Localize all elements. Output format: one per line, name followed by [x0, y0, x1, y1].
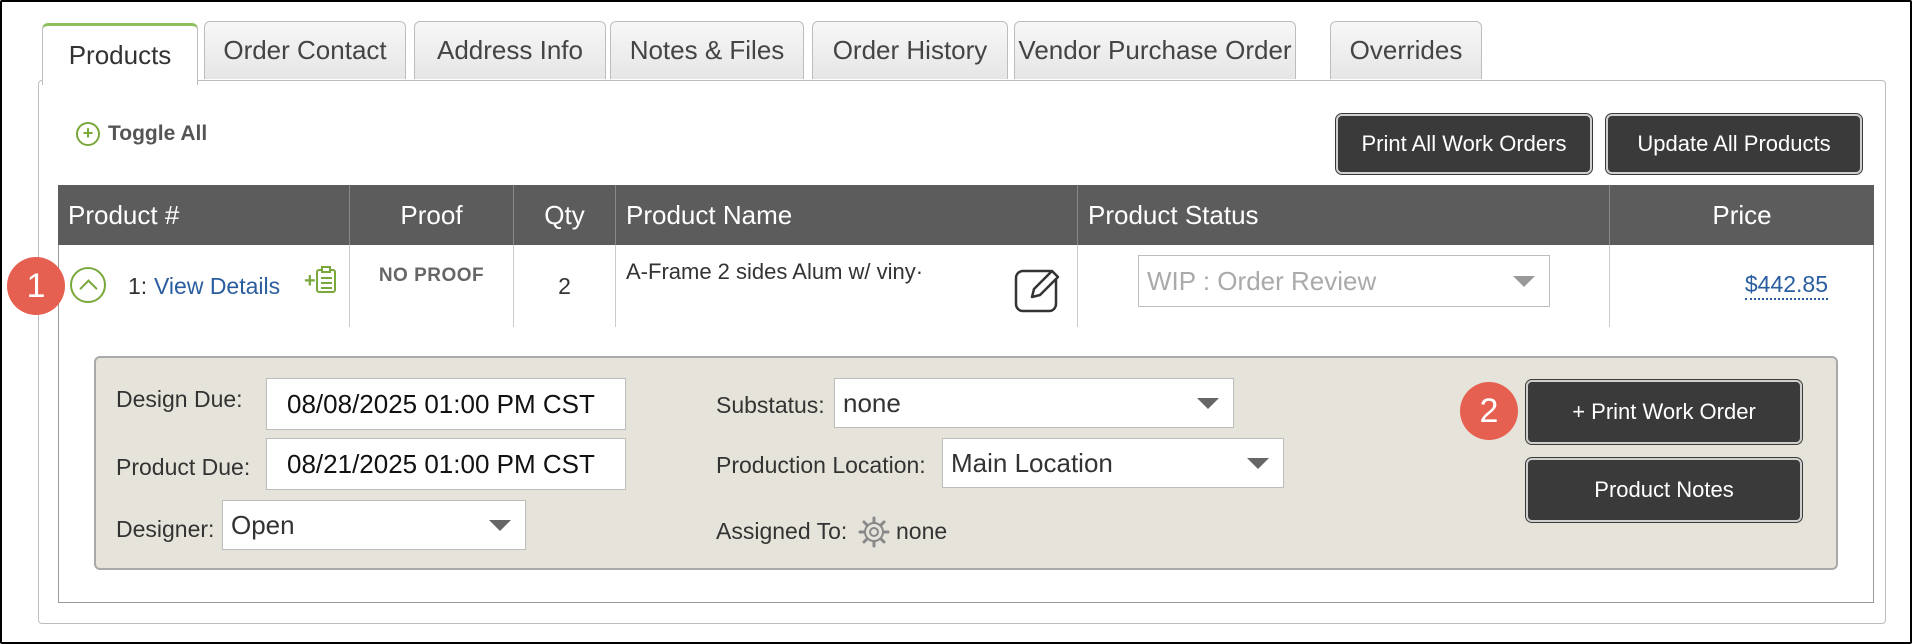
product-name-cell: A-Frame 2 sides Alum w/ viny·	[616, 245, 1078, 327]
production-location-label: Production Location:	[716, 452, 926, 478]
print-all-work-orders-button[interactable]: Print All Work Orders	[1335, 113, 1593, 175]
product-due-label: Product Due:	[116, 454, 251, 480]
product-due-field[interactable]: 08/21/2025 01:00 PM CST	[266, 438, 626, 490]
price-cell: $442.85	[1610, 245, 1874, 327]
tab-order-history[interactable]: Order History	[812, 21, 1008, 79]
annotation-badge-2: 2	[1460, 382, 1518, 440]
product-notes-button[interactable]: Product Notes	[1525, 457, 1803, 523]
design-due-label: Design Due:	[116, 386, 243, 412]
chevron-down-icon	[1247, 458, 1269, 469]
no-proof-label: NO PROOF	[378, 265, 485, 286]
plus-circle-icon: +	[76, 122, 100, 146]
production-location-select[interactable]: Main Location	[942, 438, 1284, 488]
assigned-to-label: Assigned To:	[716, 518, 848, 544]
chevron-down-icon	[1197, 398, 1219, 409]
edit-icon[interactable]	[1014, 265, 1062, 313]
production-location-value: Main Location	[951, 447, 1113, 478]
table-row: 1: View Details + NO PROOF 2 A-Frame 2 s…	[58, 245, 1874, 327]
tab-overrides[interactable]: Overrides	[1330, 21, 1482, 79]
annotation-badge-1: 1	[7, 257, 65, 315]
gear-icon[interactable]	[858, 516, 890, 548]
table-header: Product # Proof Qty Product Name Product…	[58, 185, 1874, 245]
tab-vendor-purchase-order[interactable]: Vendor Purchase Order	[1014, 21, 1296, 79]
col-qty: Qty	[514, 185, 616, 245]
product-number-cell: 1: View Details +	[58, 245, 350, 327]
product-status-value: WIP : Order Review	[1147, 265, 1377, 296]
add-clipboard-icon[interactable]: +	[304, 265, 340, 297]
product-status-select[interactable]: WIP : Order Review	[1138, 255, 1550, 307]
view-details-link[interactable]: View Details	[154, 273, 280, 300]
row-number: 1:	[128, 273, 148, 299]
designer-value: Open	[231, 509, 295, 540]
substatus-select[interactable]: none	[834, 378, 1234, 428]
print-work-order-button[interactable]: + Print Work Order	[1525, 379, 1803, 445]
svg-text:+: +	[304, 270, 316, 292]
col-product-status: Product Status	[1078, 185, 1610, 245]
chevron-down-icon	[489, 520, 511, 531]
product-name: A-Frame 2 sides Alum w/ viny·	[626, 259, 924, 284]
col-product-name: Product Name	[616, 185, 1078, 245]
substatus-value: none	[843, 387, 901, 418]
chevron-down-icon	[1513, 276, 1535, 287]
proof-cell: NO PROOF	[350, 245, 514, 327]
update-all-products-button[interactable]: Update All Products	[1605, 113, 1863, 175]
chevron-up-icon[interactable]	[70, 267, 106, 303]
toggle-all-label: Toggle All	[108, 122, 208, 145]
tab-notes-files[interactable]: Notes & Files	[610, 21, 804, 79]
tab-order-contact[interactable]: Order Contact	[204, 21, 406, 79]
col-price: Price	[1712, 199, 1772, 230]
tab-products[interactable]: Products	[42, 23, 198, 85]
col-proof: Proof	[350, 185, 514, 245]
designer-select[interactable]: Open	[222, 500, 526, 550]
assigned-to-value: none	[896, 518, 948, 544]
col-product-number: Product #	[58, 185, 350, 245]
designer-label: Designer:	[116, 516, 215, 542]
product-status-cell: WIP : Order Review	[1078, 245, 1610, 327]
design-due-field[interactable]: 08/08/2025 01:00 PM CST	[266, 378, 626, 430]
tab-address-info[interactable]: Address Info	[414, 21, 606, 79]
price-link[interactable]: $442.85	[1744, 271, 1828, 300]
qty-cell: 2	[514, 245, 616, 327]
substatus-label: Substatus:	[716, 392, 825, 418]
toggle-all-button[interactable]: + Toggle All	[76, 122, 207, 146]
